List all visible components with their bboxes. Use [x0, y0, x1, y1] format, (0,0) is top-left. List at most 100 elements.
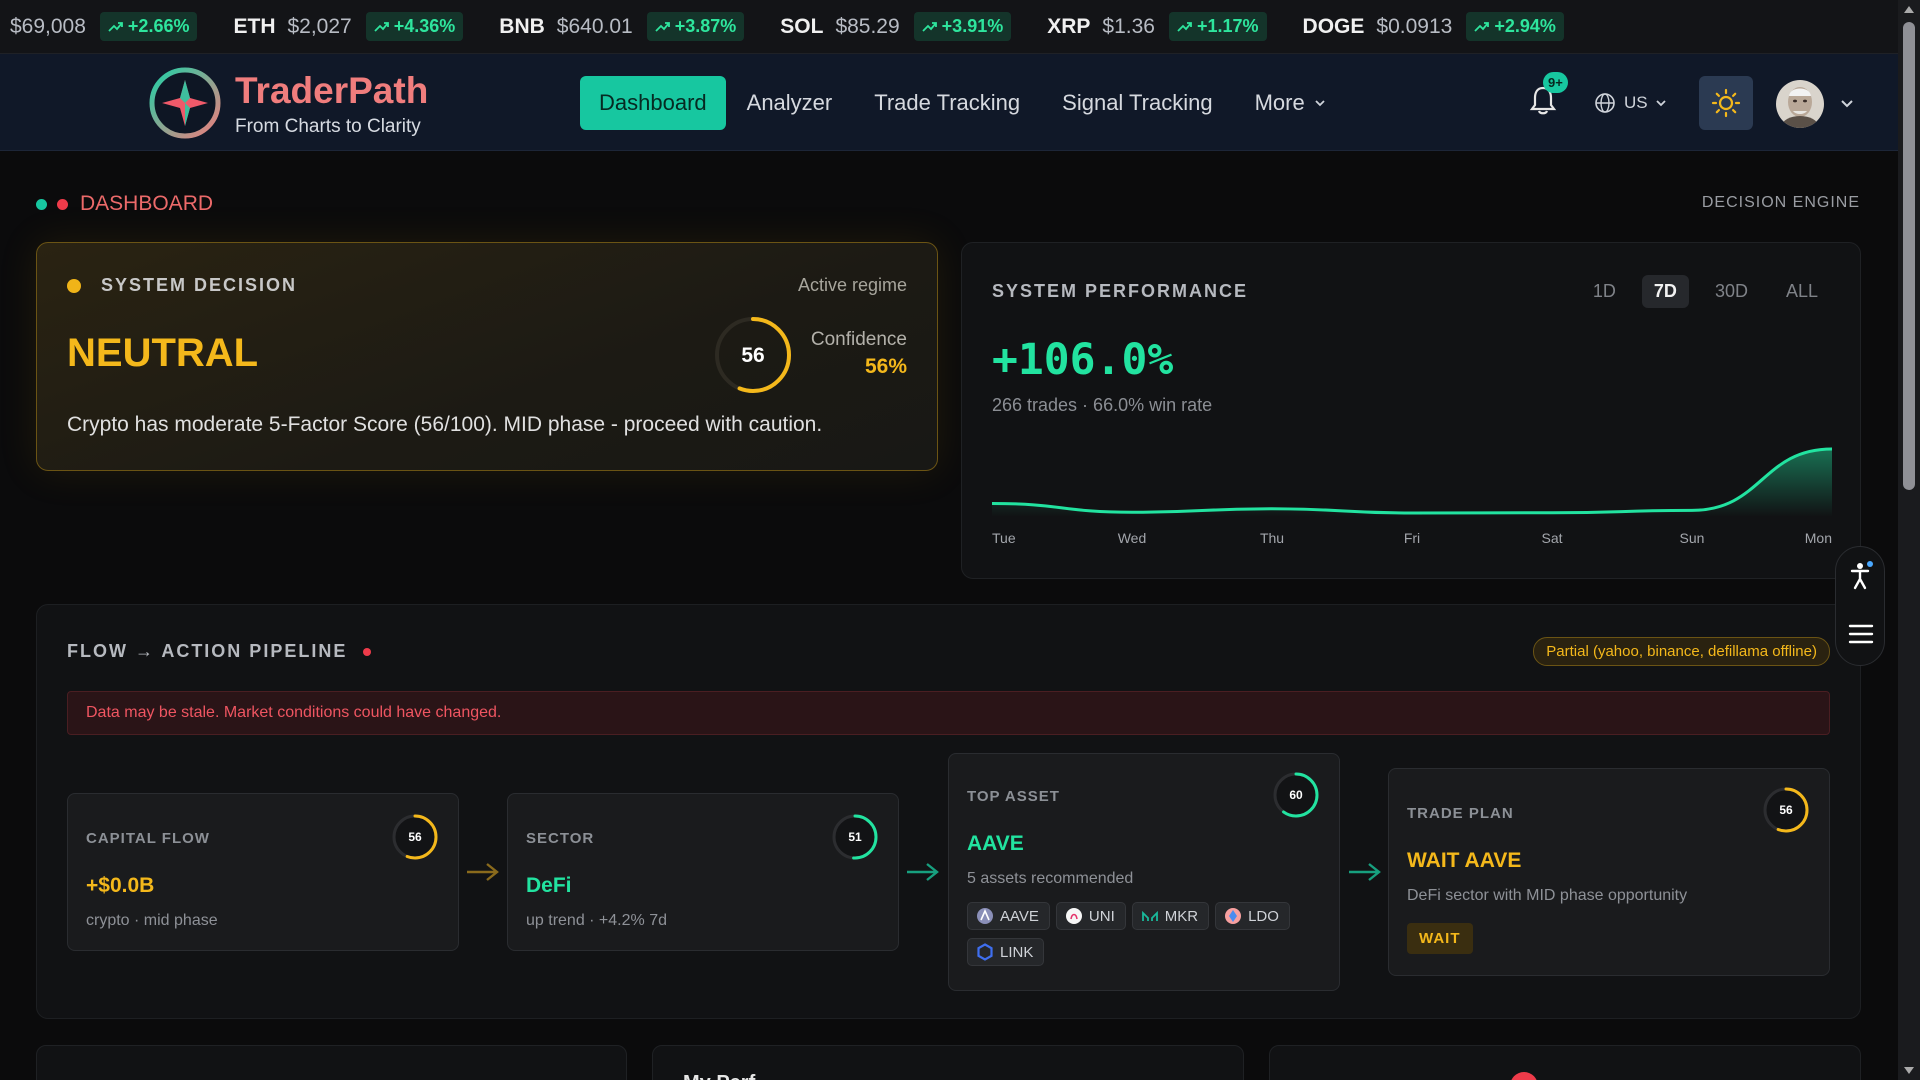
aave-icon [976, 907, 994, 925]
sector-step[interactable]: SECTOR 51 DeFi up trend · +4.2% 7d [507, 793, 899, 951]
ticker-item[interactable]: XRP $1.36 +1.17% [1047, 12, 1267, 41]
chevron-down-icon[interactable] [1838, 94, 1856, 112]
scroll-up-icon[interactable] [1904, 6, 1914, 13]
ticker-change-value: +3.91% [941, 16, 1004, 36]
sun-icon [1711, 88, 1741, 118]
step-label: TRADE PLAN [1407, 805, 1514, 822]
nav-dashboard[interactable]: Dashboard [580, 76, 726, 130]
ticker-item[interactable]: DOGE $0.0913 +2.94% [1303, 12, 1564, 41]
pipeline-header: FLOW → ACTION PIPELINE [67, 641, 372, 662]
asset-chip-aave[interactable]: AAVE [967, 902, 1050, 930]
performance-line-chart: Tue Wed Thu Fri Sat Sun Mon [992, 447, 1832, 546]
system-decision-title: SYSTEM DECISION [101, 275, 298, 295]
performance-area [992, 449, 1832, 517]
asset-chip-list: AAVE UNI MKR LDO LINK [967, 902, 1327, 974]
language-selector[interactable]: US [1594, 92, 1668, 114]
asset-chip-ldo[interactable]: LDO [1215, 902, 1290, 930]
range-all[interactable]: ALL [1774, 275, 1830, 308]
ticker-item[interactable]: SOL $85.29 +3.91% [780, 12, 1012, 41]
top-asset-score-ring: 60 [1273, 772, 1319, 818]
arrow-right-icon [1349, 863, 1381, 881]
trade-plan-score: 56 [1779, 803, 1793, 817]
page-scrollbar[interactable] [1898, 0, 1920, 1080]
language-code: US [1624, 93, 1648, 112]
capital-flow-note: crypto · mid phase [86, 912, 218, 929]
price-ticker: $69,008 +2.66% ETH $2,027 +4.36% BNB $640.01 +3… [0, 0, 1898, 54]
system-performance-card: SYSTEM PERFORMANCE 1D 7D 30D ALL +106.0% 26… [961, 242, 1861, 579]
brand-name[interactable]: TraderPath [235, 70, 428, 112]
ticker-item[interactable]: $69,008 +2.66% [10, 12, 198, 41]
trade-plan-step[interactable]: TRADE PLAN 56 WAIT AAVE DeFi sector with… [1388, 768, 1830, 976]
ticker-price: $1.36 [1102, 14, 1155, 38]
sector-note: up trend · +4.2% 7d [526, 912, 667, 929]
nav-trade-tracking[interactable]: Trade Tracking [853, 76, 1041, 130]
range-1d[interactable]: 1D [1581, 275, 1628, 308]
sector-score-ring: 51 [832, 814, 878, 860]
x-tick-label: Fri [1404, 530, 1420, 546]
nav-signal-tracking[interactable]: Signal Tracking [1041, 76, 1233, 130]
system-decision-header: SYSTEM DECISION [67, 275, 297, 296]
status-dot-icon [67, 278, 81, 293]
ticker-symbol: BNB [499, 14, 545, 38]
scroll-down-icon[interactable] [1904, 1067, 1914, 1074]
x-tick-label: Sun [1680, 530, 1705, 546]
wait-action-badge[interactable]: WAIT [1407, 923, 1473, 954]
notification-badge: 9+ [1543, 72, 1568, 93]
capital-flow-step[interactable]: CAPITAL FLOW 56 +$0.0B crypto · mid phas… [67, 793, 459, 951]
data-status-badge: Partial (yahoo, binance, defillama offli… [1533, 637, 1830, 666]
ticker-symbol: ETH [233, 14, 276, 38]
trade-plan-value: WAIT AAVE [1407, 849, 1522, 872]
breadcrumb: DASHBOARD [36, 192, 213, 216]
step-label: CAPITAL FLOW [86, 830, 210, 847]
trend-up-icon [1177, 21, 1192, 32]
asset-chip-mkr[interactable]: MKR [1131, 902, 1210, 930]
arrow-right-icon [907, 863, 939, 881]
user-photo-icon [1776, 80, 1824, 128]
asset-chip-label: UNI [1088, 907, 1115, 925]
range-30d[interactable]: 30D [1703, 275, 1760, 308]
asset-chip-link[interactable]: LINK [967, 938, 1045, 966]
ticker-item[interactable]: BNB $640.01 +3.87% [499, 12, 745, 41]
scrollbar-thumb[interactable] [1903, 22, 1915, 490]
main-nav: Dashboard Analyzer Trade Tracking Signal… [580, 76, 1348, 130]
ticker-price: $85.29 [835, 14, 900, 38]
ticker-item[interactable]: ETH $2,027 +4.36% [233, 12, 464, 41]
accessibility-icon[interactable] [1848, 561, 1874, 591]
ticker-price: $2,027 [287, 14, 352, 38]
uni-icon [1065, 907, 1083, 925]
performance-series-line [992, 447, 1832, 515]
decision-description: Crypto has moderate 5-Factor Score (56/1… [67, 413, 823, 436]
mkr-icon [1141, 907, 1159, 925]
theme-toggle-button[interactable] [1699, 76, 1753, 130]
trend-up-icon [1474, 21, 1490, 32]
active-regime-label: Active regime [797, 275, 907, 295]
trend-up-icon [922, 21, 937, 32]
user-avatar[interactable] [1776, 80, 1824, 128]
ticker-change: +4.36% [365, 12, 464, 41]
bottom-card-middle: My Perf [652, 1045, 1244, 1080]
trade-plan-note: DeFi sector with MID phase opportunity [1407, 887, 1688, 904]
traderpath-logo-icon[interactable] [148, 66, 222, 140]
performance-return: +106.0% [992, 335, 1174, 385]
link-icon [976, 943, 994, 961]
menu-icon[interactable] [1848, 623, 1874, 645]
asset-chip-label: MKR [1164, 907, 1199, 925]
teal-dot-icon [36, 198, 47, 210]
trend-up-icon [108, 21, 123, 32]
x-tick-label: Wed [1118, 530, 1147, 546]
performance-summary: 266 trades · 66.0% win rate [992, 395, 1213, 415]
flow-action-pipeline-card: FLOW → ACTION PIPELINE Partial (yahoo, b… [36, 604, 1861, 1019]
ticker-change: +2.66% [99, 12, 198, 41]
top-asset-value: AAVE [967, 832, 1024, 855]
trade-plan-score-ring: 56 [1763, 787, 1809, 833]
floating-tools [1835, 546, 1885, 666]
nav-more[interactable]: More [1234, 76, 1348, 130]
range-7d[interactable]: 7D [1641, 275, 1689, 308]
pipeline-title: FLOW → ACTION PIPELINE [67, 641, 348, 661]
top-asset-step[interactable]: TOP ASSET 60 AAVE 5 assets recommended A… [948, 753, 1340, 991]
chevron-down-icon [1655, 100, 1666, 107]
asset-chip-uni[interactable]: UNI [1055, 902, 1126, 930]
page-title: DASHBOARD [80, 192, 214, 215]
ticker-symbol: XRP [1047, 14, 1091, 38]
nav-analyzer[interactable]: Analyzer [726, 76, 854, 130]
